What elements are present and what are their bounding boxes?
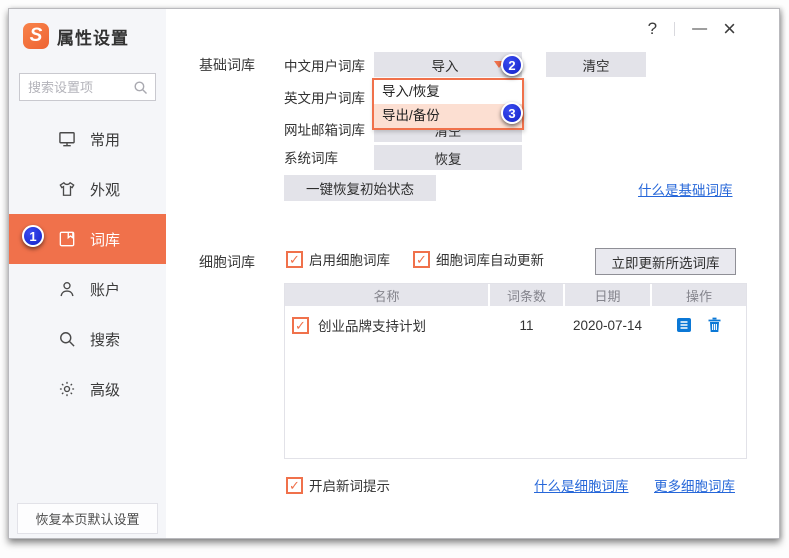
row-select-checkbox[interactable] — [292, 317, 309, 334]
chinese-user-dict-label: 中文用户词库 — [284, 55, 365, 75]
cell-dict-table: 名称 词条数 日期 操作 创业品牌支持计划 11 2020-07-14 — [284, 283, 747, 459]
sidebar-item-advanced[interactable]: 高级 — [9, 364, 166, 414]
basic-section-title: 基础词库 — [199, 55, 255, 75]
table-header-row: 名称 词条数 日期 操作 — [285, 284, 746, 306]
sidebar-item-label: 词库 — [90, 229, 120, 250]
what-is-cell-dict-link[interactable]: 什么是细胞词库 — [534, 475, 629, 495]
cell-section-title: 细胞词库 — [199, 252, 255, 272]
sidebar-item-appearance[interactable]: 外观 — [9, 164, 166, 214]
minimize-button[interactable]: — — [692, 17, 706, 41]
search-icon — [132, 79, 149, 96]
shirt-icon — [57, 179, 77, 199]
titlebar-controls: ? — × — [648, 17, 736, 41]
auto-update-cell-dict-label: 细胞词库自动更新 — [436, 249, 544, 269]
new-word-tip-checkbox[interactable] — [286, 477, 303, 494]
dict-name-cell: 创业品牌支持计划 — [318, 315, 426, 335]
dict-count-cell: 11 — [490, 318, 563, 333]
restore-system-dict-button[interactable]: 恢复 — [374, 145, 522, 170]
new-word-tip-label: 开启新词提示 — [309, 475, 390, 495]
gear-icon — [57, 379, 77, 399]
update-selected-dicts-button[interactable]: 立即更新所选词库 — [595, 248, 736, 275]
system-dict-label: 系统词库 — [284, 147, 338, 167]
monitor-icon — [57, 129, 77, 149]
enable-cell-dict-label: 启用细胞词库 — [309, 249, 390, 269]
import-button-label: 导入 — [374, 55, 494, 75]
clear-chinese-dict-button[interactable]: 清空 — [546, 52, 646, 77]
user-icon — [57, 279, 77, 299]
import-split-button[interactable]: 导入 — [374, 52, 522, 77]
english-user-dict-label: 英文用户词库 — [284, 87, 365, 107]
app-header: S 属性设置 — [23, 23, 129, 49]
sidebar-item-label: 高级 — [90, 379, 120, 400]
annotation-badge-3: 3 — [501, 102, 523, 124]
settings-search-input[interactable] — [28, 80, 132, 95]
titlebar-divider — [674, 22, 675, 36]
more-cell-dicts-link[interactable]: 更多细胞词库 — [654, 475, 735, 495]
sidebar-item-account[interactable]: 账户 — [9, 264, 166, 314]
dictionary-panel: 基础词库 中文用户词库 英文用户词库 网址邮箱词库 系统词库 导入 清空 清空 … — [166, 9, 779, 538]
sidebar-nav: 常用 外观 词库 账户 — [9, 114, 166, 414]
close-button[interactable]: × — [723, 17, 736, 41]
sidebar-item-common[interactable]: 常用 — [9, 114, 166, 164]
sidebar-item-search[interactable]: 搜索 — [9, 314, 166, 364]
column-header-date: 日期 — [565, 284, 650, 306]
auto-update-cell-dict-checkbox[interactable] — [413, 251, 430, 268]
dictionary-icon — [57, 229, 77, 249]
enable-cell-dict-checkbox[interactable] — [286, 251, 303, 268]
app-title: 属性设置 — [57, 24, 129, 49]
menu-item-import-restore[interactable]: 导入/恢复 — [374, 80, 522, 104]
annotation-badge-2: 2 — [501, 54, 523, 76]
restore-page-defaults-button[interactable]: 恢复本页默认设置 — [17, 503, 158, 534]
sidebar-item-label: 常用 — [90, 129, 120, 150]
column-header-name: 名称 — [285, 284, 488, 306]
menu-item-export-backup[interactable]: 导出/备份 — [374, 104, 522, 128]
settings-window: ? — × S 属性设置 常用 — [8, 8, 780, 539]
help-button[interactable]: ? — [648, 17, 657, 41]
what-is-basic-dict-link[interactable]: 什么是基础词库 — [638, 179, 733, 199]
sidebar-item-label: 账户 — [90, 279, 120, 300]
search-icon — [57, 329, 77, 349]
delete-dict-icon[interactable] — [707, 317, 722, 333]
url-email-dict-label: 网址邮箱词库 — [284, 119, 365, 139]
settings-search-box[interactable] — [19, 73, 156, 101]
sogou-logo-icon: S — [23, 23, 49, 49]
sidebar: S 属性设置 常用 外观 — [9, 9, 166, 538]
import-export-dropdown-menu: 导入/恢复 导出/备份 — [372, 78, 524, 130]
sidebar-item-label: 搜索 — [90, 329, 120, 350]
one-click-restore-button[interactable]: 一键恢复初始状态 — [284, 175, 436, 201]
dict-date-cell: 2020-07-14 — [565, 318, 650, 333]
annotation-badge-1: 1 — [22, 225, 44, 247]
column-header-count: 词条数 — [490, 284, 563, 306]
column-header-ops: 操作 — [652, 284, 746, 306]
table-row: 创业品牌支持计划 11 2020-07-14 — [285, 314, 746, 336]
dict-details-icon[interactable] — [676, 317, 692, 333]
sidebar-item-label: 外观 — [90, 179, 120, 200]
